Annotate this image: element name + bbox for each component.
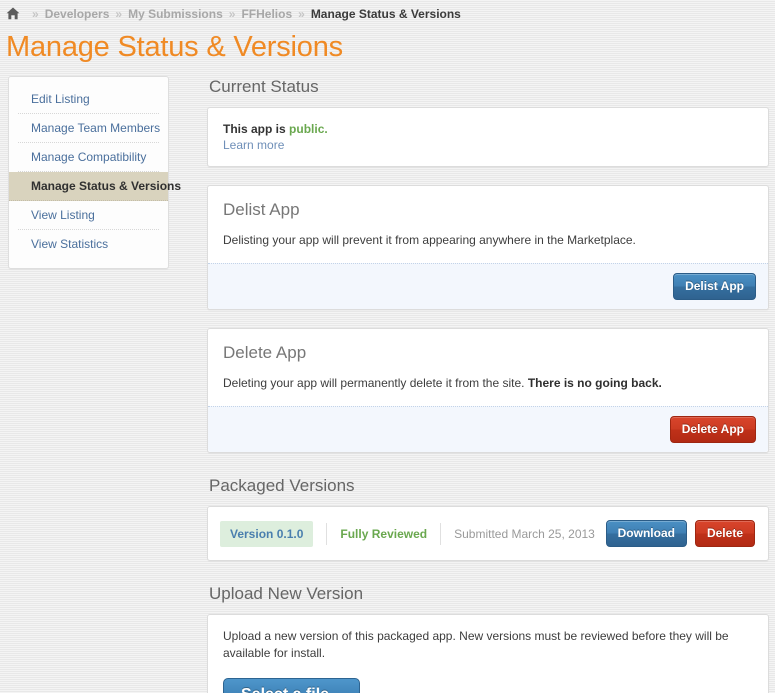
delist-app-panel: Delist App Delisting your app will preve…	[207, 185, 769, 310]
delist-app-footer: Delist App	[208, 263, 768, 309]
delete-app-footer: Delete App	[208, 406, 768, 452]
packaged-versions-panel: Version 0.1.0 Fully Reviewed Submitted M…	[207, 506, 769, 561]
table-row: Version 0.1.0 Fully Reviewed Submitted M…	[208, 507, 768, 560]
breadcrumb-separator-3: »	[298, 6, 305, 21]
breadcrumb-separator-0: »	[32, 6, 39, 21]
select-a-file-button[interactable]: Select a file...	[223, 678, 361, 693]
delist-app-body: Delist App Delisting your app will preve…	[208, 186, 768, 263]
section-heading-upload-new-version: Upload New Version	[209, 584, 364, 603]
sidebar-item-view-statistics[interactable]: View Statistics	[18, 230, 159, 258]
breadcrumb-separator-1: »	[115, 6, 123, 21]
page-layout: Edit Listing Manage Team Members Manage …	[0, 64, 775, 693]
upload-description: Upload a new version of this packaged ap…	[223, 629, 729, 660]
section-heading-packaged-versions: Packaged Versions	[209, 476, 355, 495]
status-prefix: This app is	[223, 122, 286, 136]
sidebar-item-manage-status-versions[interactable]: Manage Status & Versions	[9, 172, 181, 201]
sidebar-item-edit-listing[interactable]: Edit Listing	[18, 85, 159, 114]
breadcrumb-item-my-submissions[interactable]: My Submissions	[128, 7, 223, 21]
home-icon[interactable]	[6, 7, 20, 20]
version-label: Version 0.1.0	[220, 520, 314, 547]
breadcrumb-item-developers[interactable]: Developers	[45, 7, 110, 21]
version-actions: Download Delete	[605, 520, 755, 547]
main-content: Current Status This app is public. Learn…	[169, 76, 771, 693]
sidebar-item-view-listing[interactable]: View Listing	[18, 201, 159, 230]
page-title: Manage Status & Versions	[6, 31, 343, 63]
upload-new-version-body: Upload a new version of this packaged ap…	[208, 615, 768, 693]
version-submitted-date: Submitted March 25, 2013	[454, 526, 595, 541]
delist-app-description: Delisting your app will prevent it from …	[223, 233, 636, 247]
delist-app-button[interactable]: Delist App	[673, 273, 756, 300]
breadcrumb: » Developers » My Submissions » FFHelios…	[0, 0, 775, 22]
delete-version-button[interactable]: Delete	[694, 520, 755, 547]
version-review-status: Fully Reviewed	[340, 526, 428, 541]
download-version-button[interactable]: Download	[605, 520, 687, 547]
status-badge: public.	[289, 122, 328, 136]
row-divider-2	[440, 522, 442, 545]
breadcrumb-item-ffhelios[interactable]: FFHelios	[241, 7, 292, 21]
breadcrumb-separator-2: »	[228, 6, 236, 21]
current-status-panel: This app is public. Learn more	[207, 107, 769, 167]
upload-new-version-panel: Upload a new version of this packaged ap…	[207, 614, 769, 693]
breadcrumb-item-current: Manage Status & Versions	[310, 6, 461, 21]
current-status-body: This app is public. Learn more	[208, 108, 768, 166]
delete-app-button[interactable]: Delete App	[669, 416, 756, 443]
delete-app-description-plain: Deleting your app will permanently delet…	[223, 376, 525, 390]
row-divider-1	[326, 522, 328, 545]
learn-more-link[interactable]: Learn more	[223, 138, 284, 152]
delete-app-title: Delete App	[223, 343, 307, 362]
sidebar-item-manage-compatibility[interactable]: Manage Compatibility	[18, 143, 159, 172]
sidebar-item-manage-team-members[interactable]: Manage Team Members	[18, 114, 160, 143]
delist-app-title: Delist App	[223, 200, 300, 219]
delete-app-panel: Delete App Deleting your app will perman…	[207, 328, 769, 453]
sidebar-nav: Edit Listing Manage Team Members Manage …	[8, 76, 181, 269]
delete-app-description: Deleting your app will permanently delet…	[223, 375, 753, 392]
delete-app-body: Delete App Deleting your app will perman…	[208, 329, 768, 406]
section-heading-current-status: Current Status	[209, 77, 319, 96]
status-line: This app is public.	[223, 121, 753, 138]
delete-app-description-warning: There is no going back.	[527, 376, 662, 390]
